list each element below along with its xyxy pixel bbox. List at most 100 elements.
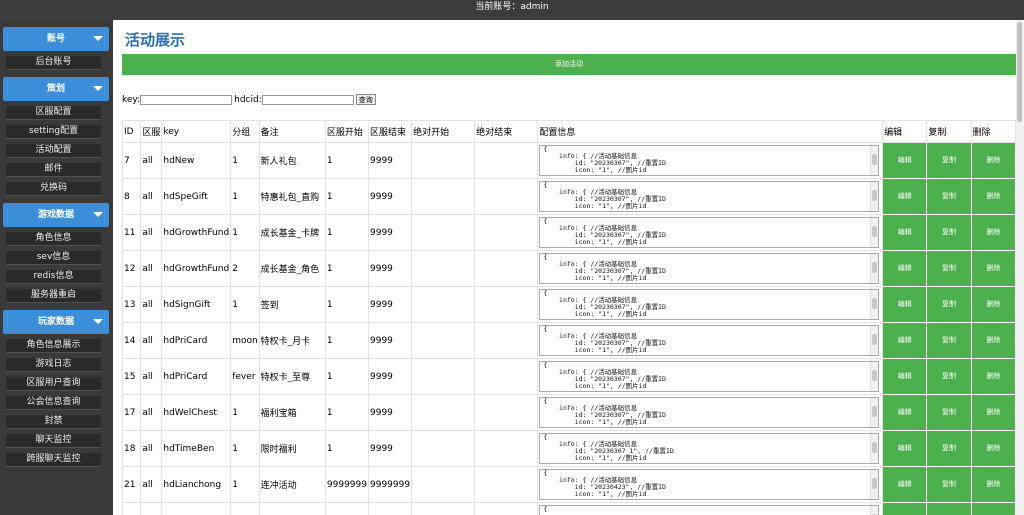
textarea-scrollbar[interactable]	[870, 218, 879, 247]
cell-delete: 删除	[970, 466, 1016, 503]
sidebar-item[interactable]: 聊天监控	[6, 434, 101, 448]
textarea-scrollbar[interactable]	[870, 398, 879, 427]
copy-button[interactable]: 复制	[928, 474, 969, 495]
textarea-scroll-thumb[interactable]	[872, 226, 878, 237]
delete-button[interactable]: 删除	[973, 186, 1014, 207]
copy-button[interactable]: 复制	[928, 258, 969, 279]
delete-button[interactable]: 删除	[973, 330, 1014, 351]
key-input[interactable]	[140, 94, 233, 105]
config-textarea[interactable]: { info: { //活动基础信息 id: "20230307", //重置I…	[539, 289, 880, 320]
sidebar-section-2[interactable]: 游戏数据	[3, 203, 109, 227]
edit-button[interactable]: 编辑	[884, 330, 925, 351]
edit-button[interactable]: 编辑	[884, 222, 925, 243]
copy-button[interactable]: 复制	[928, 402, 969, 423]
sidebar-section-3[interactable]: 玩家数据	[3, 310, 109, 334]
textarea-scrollbar[interactable]	[870, 434, 879, 463]
textarea-scroll-thumb[interactable]	[872, 442, 878, 453]
textarea-scrollbar[interactable]	[870, 326, 879, 355]
sidebar-item[interactable]: 兑换码	[6, 182, 101, 196]
textarea-scroll-thumb[interactable]	[872, 478, 878, 489]
textarea-scroll-thumb[interactable]	[872, 190, 878, 201]
cell-id: 14	[121, 322, 142, 359]
sidebar-item[interactable]: 区服用户查询	[6, 377, 101, 391]
textarea-scrollbar[interactable]	[870, 470, 879, 499]
config-textarea[interactable]: {	[539, 505, 880, 515]
sidebar-item[interactable]: sev信息	[6, 251, 101, 265]
edit-button[interactable]: 编辑	[884, 402, 925, 423]
delete-button[interactable]: 删除	[973, 294, 1014, 315]
textarea-scrollbar[interactable]	[870, 506, 879, 515]
cell-abs-start	[411, 250, 476, 287]
config-textarea[interactable]: { info: { //活动基础信息 id: "20230307", //重置I…	[539, 217, 880, 248]
config-textarea[interactable]: { info: { //活动基础信息 id: "20230307", //重置I…	[539, 397, 880, 428]
textarea-scroll-thumb[interactable]	[872, 370, 878, 381]
textarea-scroll-thumb[interactable]	[872, 262, 878, 273]
sidebar-item[interactable]: 游戏日志	[6, 358, 101, 372]
delete-button[interactable]: 删除	[973, 258, 1014, 279]
config-textarea[interactable]: { info: { //活动基础信息 id: "20230307", //重置I…	[539, 181, 880, 212]
textarea-scroll-thumb[interactable]	[872, 334, 878, 345]
edit-button[interactable]: 编辑	[884, 294, 925, 315]
copy-button[interactable]: 复制	[928, 438, 969, 459]
textarea-scrollbar[interactable]	[870, 254, 879, 283]
copy-button[interactable]: 复制	[928, 330, 969, 351]
cell-config: {	[537, 502, 884, 515]
copy-button[interactable]: 复制	[928, 366, 969, 387]
sidebar-item[interactable]: 封禁	[6, 415, 101, 429]
sidebar-item[interactable]: 公会信息查询	[6, 396, 101, 410]
edit-button[interactable]: 编辑	[884, 474, 925, 495]
sidebar-item[interactable]: redis信息	[6, 270, 101, 284]
textarea-scroll-thumb[interactable]	[872, 298, 878, 309]
config-textarea[interactable]: { info: { //活动基础信息 id: "20230307_1", //重…	[539, 433, 880, 464]
edit-button[interactable]: 编辑	[884, 258, 925, 279]
edit-button[interactable]: 编辑	[884, 186, 925, 207]
sidebar-section-1[interactable]: 策划	[3, 77, 109, 101]
copy-button[interactable]: 复制	[928, 510, 969, 515]
page-scrollbar[interactable]	[1016, 20, 1024, 515]
textarea-scrollbar[interactable]	[870, 362, 879, 391]
sidebar-item[interactable]: 角色信息	[6, 232, 101, 246]
sidebar-section-0[interactable]: 账号	[3, 27, 109, 51]
copy-button[interactable]: 复制	[928, 186, 969, 207]
delete-button[interactable]: 删除	[973, 402, 1014, 423]
delete-button[interactable]: 删除	[973, 510, 1014, 515]
textarea-scroll-thumb[interactable]	[872, 154, 878, 165]
sidebar-item[interactable]: 活动配置	[6, 144, 101, 158]
sidebar-item[interactable]: setting配置	[6, 125, 101, 139]
sidebar-item[interactable]: 后台账号	[6, 56, 101, 70]
config-textarea[interactable]: { info: { //活动基础信息 id: "20230307", //重置I…	[539, 361, 880, 392]
edit-button[interactable]: 编辑	[884, 510, 925, 515]
scrollbar-thumb[interactable]	[1017, 22, 1022, 122]
cell-key: hdGrowthFund	[161, 250, 232, 287]
config-textarea[interactable]: { info: { //活动基础信息 id: "20230307", //重置I…	[539, 253, 880, 284]
cell-abs-start	[411, 466, 476, 503]
table-row: 21 all hdLianchong 1 连冲活动 9999999 9999999{ inf…	[121, 466, 1016, 503]
delete-button[interactable]: 删除	[973, 150, 1014, 171]
config-textarea[interactable]: { info: { //活动基础信息 id: "20230307", //重置I…	[539, 325, 880, 356]
copy-button[interactable]: 复制	[928, 222, 969, 243]
edit-button[interactable]: 编辑	[884, 438, 925, 459]
add-activity-button[interactable]: 添加活动	[122, 54, 1016, 75]
hdcid-input[interactable]	[261, 94, 354, 105]
sidebar-item[interactable]: 跨服聊天监控	[6, 453, 101, 467]
delete-button[interactable]: 删除	[973, 366, 1014, 387]
copy-button[interactable]: 复制	[928, 294, 969, 315]
config-textarea[interactable]: { info: { //活动基础信息 id: "20230423", //重置I…	[539, 469, 880, 500]
sidebar-item[interactable]: 服务器重启	[6, 289, 101, 303]
query-button[interactable]: 查询	[355, 94, 376, 105]
copy-button[interactable]: 复制	[928, 150, 969, 171]
edit-button[interactable]: 编辑	[884, 366, 925, 387]
sidebar-item[interactable]: 区服配置	[6, 106, 101, 120]
config-textarea[interactable]: { info: { //活动基础信息 id: "20230307", //重置I…	[539, 145, 880, 176]
delete-button[interactable]: 删除	[973, 474, 1014, 495]
cell-group: 1	[230, 286, 260, 323]
edit-button[interactable]: 编辑	[884, 150, 925, 171]
textarea-scrollbar[interactable]	[870, 146, 879, 175]
delete-button[interactable]: 删除	[973, 438, 1014, 459]
textarea-scrollbar[interactable]	[870, 290, 879, 319]
sidebar-item[interactable]: 角色信息展示	[6, 339, 101, 353]
textarea-scroll-thumb[interactable]	[872, 406, 878, 417]
textarea-scrollbar[interactable]	[870, 182, 879, 211]
delete-button[interactable]: 删除	[973, 222, 1014, 243]
sidebar-item[interactable]: 邮件	[6, 163, 101, 177]
